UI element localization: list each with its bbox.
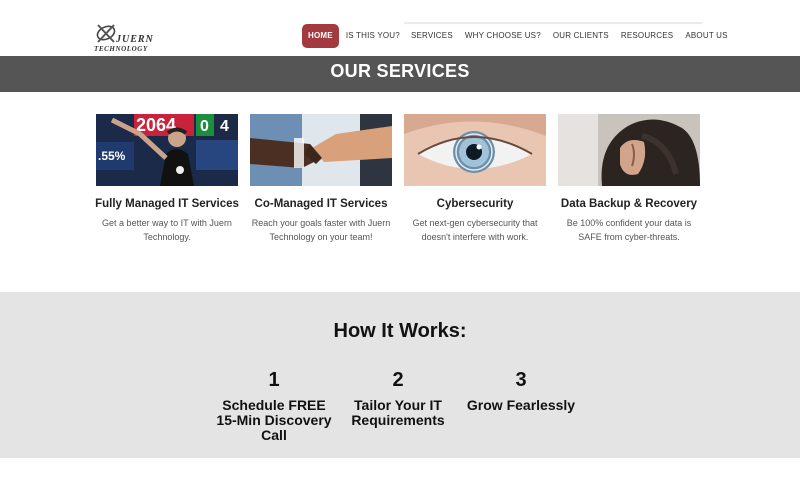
service-title: Co-Managed IT Services — [254, 198, 388, 210]
step-number: 1 — [268, 369, 280, 391]
page: JUERN TECHNOLOGY HOME IS THIS YOU? SERVI… — [0, 0, 800, 480]
screen-percent-text: .55% — [98, 149, 126, 163]
juern-technology-logo[interactable]: JUERN TECHNOLOGY — [94, 22, 174, 54]
step-text: Tailor Your IT Requirements — [351, 397, 445, 428]
service-card-managed-it[interactable]: 2064 0 4 .55% Fully Managed IT Services … — [94, 114, 240, 244]
service-title: Fully Managed IT Services — [95, 198, 239, 210]
nav-item-home[interactable]: HOME — [302, 24, 339, 48]
how-it-works-section: How It Works: 1 Schedule FREE 15-Min Dis… — [0, 292, 800, 458]
nav-item-about-us[interactable]: ABOUT US — [685, 24, 727, 48]
service-description: Get next-gen cybersecurity that doesn't … — [412, 218, 538, 242]
site-header: JUERN TECHNOLOGY HOME IS THIS YOU? SERVI… — [0, 0, 800, 56]
service-card-data-backup[interactable]: Data Backup & Recovery Be 100% confident… — [556, 114, 702, 244]
screen-number-text: 4 — [220, 118, 229, 135]
step-1: 1 Schedule FREE 15-Min Discovery Call — [214, 368, 334, 443]
nav-item-why-choose-us[interactable]: WHY CHOOSE US? — [465, 24, 541, 48]
nav-item-resources[interactable]: RESOURCES — [621, 24, 673, 48]
co-managed-it-image — [250, 114, 392, 186]
step-text: Schedule FREE 15-Min Discovery Call — [216, 397, 332, 443]
step-2: 2 Tailor Your IT Requirements — [338, 368, 458, 428]
managed-it-image: 2064 0 4 .55% — [96, 114, 238, 186]
service-title: Cybersecurity — [436, 198, 514, 210]
service-description: Be 100% confident your data is SAFE from… — [566, 218, 692, 242]
logo-text-juern: JUERN — [116, 34, 154, 45]
service-description: Reach your goals faster with Juern Techn… — [251, 218, 391, 242]
step-text: Grow Fearlessly — [466, 397, 576, 413]
nav-item-is-this-you[interactable]: IS THIS YOU? — [346, 24, 400, 48]
how-it-works-heading: How It Works: — [333, 320, 467, 342]
services-banner: OUR SERVICES — [0, 56, 800, 92]
step-number: 2 — [392, 369, 404, 391]
service-title: Data Backup & Recovery — [560, 198, 698, 210]
nav-item-services[interactable]: SERVICES — [411, 24, 453, 48]
data-backup-image — [558, 114, 700, 186]
logo-text-technology: TECHNOLOGY — [94, 45, 148, 53]
step-number: 3 — [515, 369, 527, 391]
main-nav: HOME IS THIS YOU? SERVICES WHY CHOOSE US… — [302, 24, 728, 48]
service-card-co-managed-it[interactable]: Co-Managed IT Services Reach your goals … — [248, 114, 394, 244]
services-heading: OUR SERVICES — [330, 61, 470, 81]
cybersecurity-image — [404, 114, 546, 186]
nav-item-our-clients[interactable]: OUR CLIENTS — [553, 24, 609, 48]
service-description: Get a better way to IT with Juern Techno… — [102, 218, 232, 242]
step-3: 3 Grow Fearlessly — [461, 368, 581, 413]
service-card-cybersecurity[interactable]: Cybersecurity Get next-gen cybersecurity… — [402, 114, 548, 244]
screen-number-text: 0 — [200, 118, 209, 135]
